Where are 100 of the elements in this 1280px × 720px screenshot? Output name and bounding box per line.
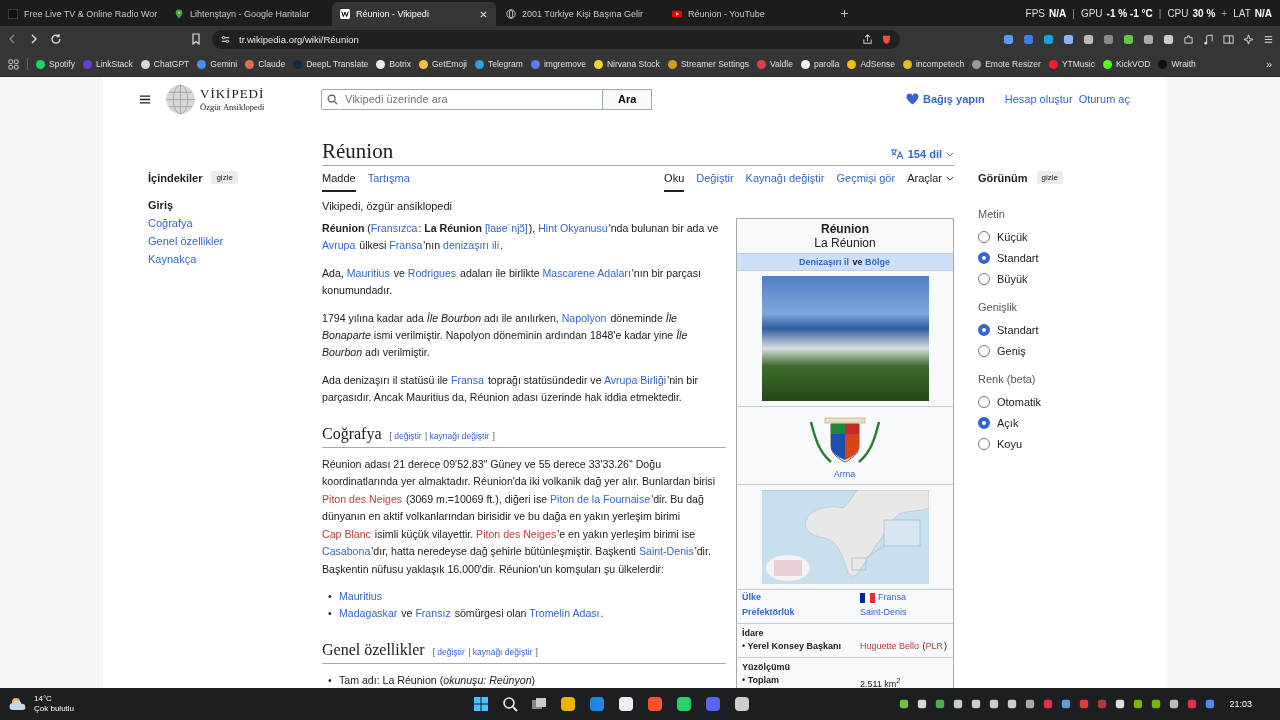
toc-item[interactable]: Genel özellikler [148,232,298,250]
link[interactable]: Huguette Bello [860,641,920,651]
tray-icon[interactable] [1025,699,1036,709]
page-tab[interactable]: Geçmişi gör [836,166,896,192]
link[interactable]: Piton des Neiges [322,492,403,505]
tray-icon[interactable] [1007,699,1018,709]
link[interactable]: değiştir [394,430,422,441]
browser-tab[interactable]: Lihtenştayn - Google Haritalar [166,2,330,26]
link[interactable]: Avrupa [322,239,356,252]
tray-icon[interactable] [1115,699,1126,709]
task-view-icon[interactable] [531,696,548,712]
extension-icon[interactable] [1023,33,1034,45]
reload-icon[interactable] [50,33,62,45]
link[interactable]: Fransa [450,373,484,386]
bookmark[interactable]: Valdle [756,59,793,69]
link[interactable]: Avrupa Birliği [603,373,667,386]
sparkle-icon[interactable] [1243,33,1254,45]
bookmark[interactable]: Claude [245,59,286,69]
link[interactable]: Prefektörlük [742,606,859,619]
more-bookmarks-button[interactable]: » [1265,58,1272,70]
browser-tab[interactable]: Free Live TV & Online Radio Wor [0,2,164,26]
close-icon[interactable] [479,9,488,19]
link[interactable]: Piton des Neiges [476,527,557,540]
bookmark[interactable]: YTMusic [1048,59,1095,69]
donate-link[interactable]: Bağış yapın [906,93,985,105]
link[interactable]: Fransız [415,607,451,620]
bookmark[interactable]: Wraith [1158,59,1196,69]
tray-icon[interactable] [935,699,946,709]
tools-menu[interactable]: Araçlar [907,166,954,192]
search-field[interactable]: Vikipedi üzerinde ara [321,88,603,110]
link[interactable]: denizaşırı ili [443,239,499,252]
menu-icon[interactable] [139,93,151,105]
link[interactable]: Rodrigues [407,266,457,279]
tray-icon[interactable] [899,699,910,709]
radio-option[interactable]: Koyu [978,433,1123,454]
link[interactable]: Ülke [742,591,859,604]
plus-icon[interactable] [840,9,849,18]
bookmark[interactable]: GetEmoji [418,59,467,69]
page-tab[interactable]: Tartışma [367,166,410,192]
link[interactable]: Mascarene Adaları [542,266,631,279]
link[interactable]: Mauritius [339,589,382,602]
app-icon[interactable] [560,696,577,712]
bookmark[interactable]: Gemini [197,59,238,69]
bookmark[interactable]: imgremove [530,59,586,69]
link[interactable]: Saint-Denis [638,545,694,558]
bookmark[interactable]: Streamer Settings [667,59,749,69]
bookmark[interactable]: parolla [800,59,840,69]
bookmark[interactable]: incompetech [902,59,965,69]
tray-icon[interactable] [1151,699,1162,709]
share-icon[interactable] [862,33,873,45]
bookmark[interactable]: DeepL Translate [293,59,369,69]
user-link[interactable]: Oturum aç [1078,93,1130,105]
menu-icon[interactable] [1263,33,1274,45]
music-icon[interactable] [1203,33,1214,45]
app-icon[interactable] [676,696,693,712]
sidebar-icon[interactable] [1223,33,1234,45]
link[interactable]: Saint-Denis [860,607,907,617]
link[interactable]: Tromelin Adası [529,607,600,620]
bookmark[interactable]: Nirvana Stock [593,59,660,69]
bookmark[interactable]: AdSense [847,59,895,69]
radio-option[interactable]: Otomatik [978,391,1123,412]
browser-tab[interactable]: 2001 Türkiye Kişi Başına Gelir [498,2,662,26]
link[interactable]: Fransa [878,592,906,602]
hide-button[interactable]: gizle [1036,171,1063,184]
extension-icon[interactable] [1003,33,1014,45]
link[interactable]: Denizaşırı il [798,257,849,267]
extension-icon[interactable] [1043,33,1054,45]
bookmark[interactable]: Emote Resizer [972,59,1041,69]
page-tab[interactable]: Oku [664,166,685,192]
toc-item[interactable]: Kaynakça [148,250,298,268]
bookmark[interactable]: Spotify [36,59,75,69]
bookmark[interactable]: ChatGPT [140,59,190,69]
link[interactable]: [laʁe˙njɔ̃] [484,222,528,234]
browser-tab[interactable]: Réunion - Vikipedi [332,2,496,26]
bookmark[interactable]: Botrix [376,59,411,69]
link[interactable]: kaynağı değiştir [472,646,533,657]
radio-button[interactable] [978,251,990,264]
radio-option[interactable]: Standart [978,319,1123,340]
app-icon[interactable] [618,696,635,712]
address-bar[interactable]: tr.wikipedia.org/wiki/Réunion [212,29,900,49]
link[interactable]: Arma [833,469,856,479]
link[interactable]: Hint Okyanusu [538,222,608,234]
extension-icon[interactable] [1163,33,1174,45]
link[interactable]: Piton de la Fournaise [550,492,651,505]
clock[interactable]: 21:03 [1229,699,1252,709]
link[interactable]: değiştir [437,646,465,657]
bookmark[interactable]: KickVOD [1102,59,1151,69]
tray-icon[interactable] [917,699,928,709]
radio-option[interactable]: Büyük [978,268,1123,289]
link[interactable]: Cap Blanc [322,527,371,540]
user-link[interactable]: Hesap oluştur [1004,93,1073,105]
wordmark[interactable]: VİKİPEDİ [200,86,265,102]
link[interactable]: Napolyon [561,311,607,324]
bookmark[interactable]: LinkStack [83,59,133,69]
puzzle-icon[interactable] [1183,33,1194,45]
radio-option[interactable]: Geniş [978,340,1123,361]
tray-icon[interactable] [1169,699,1180,709]
hide-button[interactable]: gizle [211,171,238,184]
apps-icon[interactable] [8,58,19,70]
app-icon[interactable] [734,696,751,712]
